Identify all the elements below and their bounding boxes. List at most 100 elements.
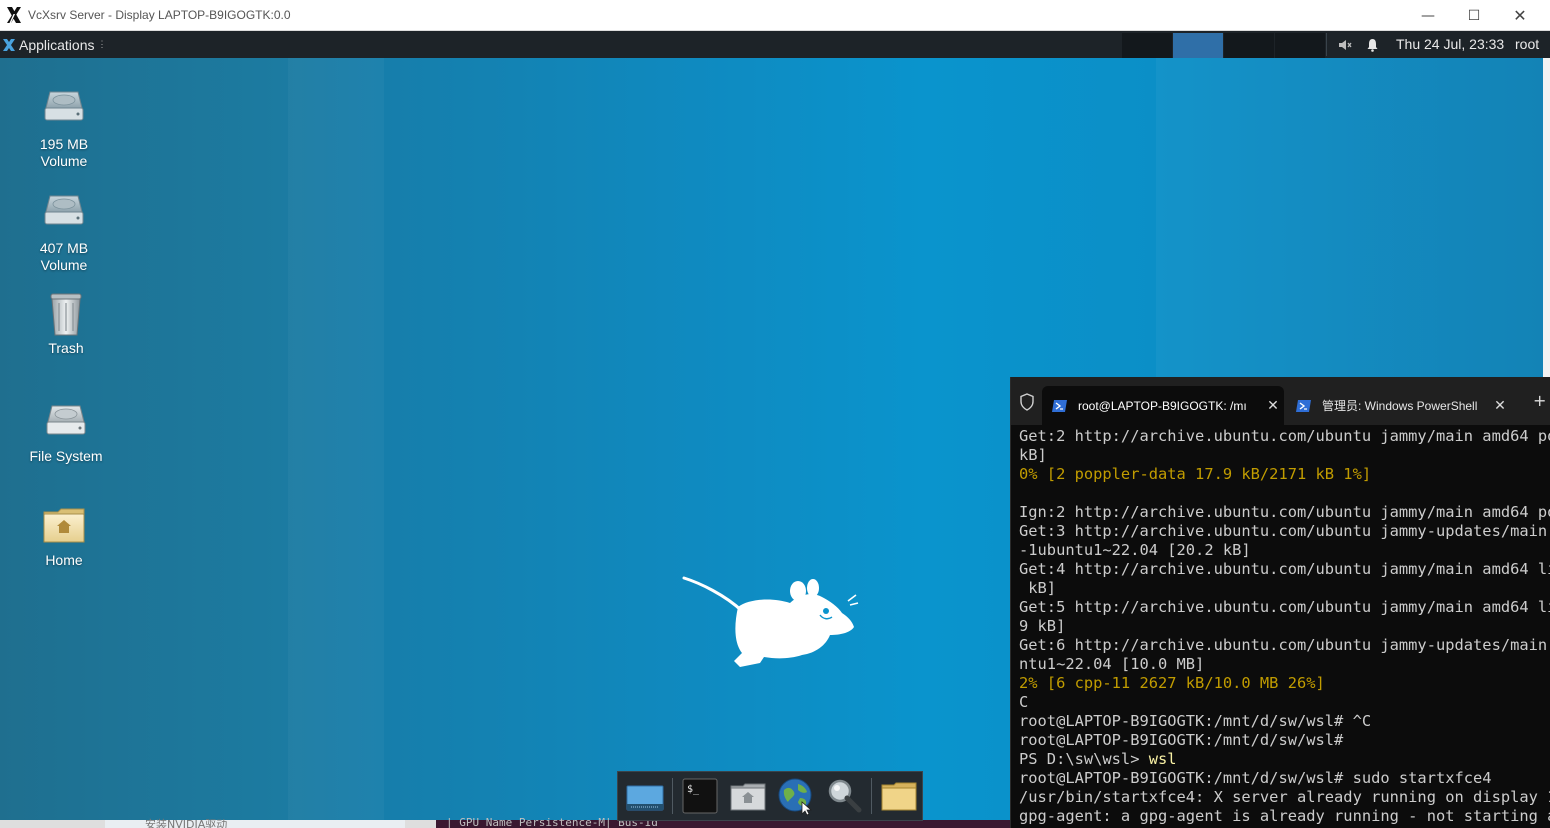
background-segment: 安装NVIDIA驱动 xyxy=(105,818,405,828)
tab-powershell-admin[interactable]: 管理员: Windows PowerShell ✕ xyxy=(1286,386,1511,425)
desktop-icon-407mb-volume[interactable]: 407 MB Volume xyxy=(16,190,112,274)
terminal-line-text: -1ubuntu1~22.04 [20.2 kB] xyxy=(1019,541,1251,559)
terminal-line: 0% [2 poppler-data 17.9 kB/2171 kB 1%] xyxy=(1019,465,1550,484)
panel-user-name[interactable]: root xyxy=(1515,36,1539,52)
desktop-icon-label: Home xyxy=(45,552,83,568)
new-tab-button[interactable]: + xyxy=(1533,391,1546,410)
terminal-line: ntu1~22.04 [10.0 MB] xyxy=(1019,655,1550,674)
dock-web-browser[interactable] xyxy=(773,774,819,818)
background-window-strip: 安装NVIDIA驱动 | GPU Name Persistence-M| Bus… xyxy=(0,816,1010,828)
terminal-line-text: Get:5 http://archive.ubuntu.com/ubuntu j… xyxy=(1019,598,1550,616)
notification-bell-icon[interactable] xyxy=(1364,31,1380,58)
desktop-icon-label: 407 MB xyxy=(39,240,89,256)
terminal-tab-bar: root@LAPTOP-B9IGOGTK: /mı ✕ 管理员: Windows… xyxy=(1011,377,1550,425)
terminal-line: Get:4 http://archive.ubuntu.com/ubuntu j… xyxy=(1019,560,1550,579)
trash-icon xyxy=(50,293,82,336)
dock-terminal[interactable]: $_ xyxy=(677,774,723,818)
desktop-icon-label: File System xyxy=(29,448,103,464)
window-title: VcXsrv Server - Display LAPTOP-B9IGOGTK:… xyxy=(28,8,291,22)
panel-separator xyxy=(1326,33,1327,56)
panel-clock[interactable]: Thu 24 Jul, 23:33 xyxy=(1396,36,1504,52)
folder-icon xyxy=(881,782,917,811)
window-title-bar[interactable]: VcXsrv Server - Display LAPTOP-B9IGOGTK:… xyxy=(0,0,1550,31)
x-server-logo-icon xyxy=(7,7,21,23)
terminal-line: root@LAPTOP-B9IGOGTK:/mnt/d/sw/wsl# sudo… xyxy=(1019,769,1550,788)
xfce-top-panel: Applications ⋮ Thu 24 Jul, 23:33 root xyxy=(0,31,1550,58)
dock-file-manager[interactable] xyxy=(725,774,771,818)
terminal-line-text: root@LAPTOP-B9IGOGTK:/mnt/d/sw/wsl# xyxy=(1019,731,1344,749)
maximize-button[interactable]: ☐ xyxy=(1451,0,1497,31)
terminal-line: C xyxy=(1019,693,1550,712)
workspace-4-button[interactable] xyxy=(1275,33,1325,58)
terminal-icon: $_ xyxy=(682,778,718,814)
workspace-1-button[interactable] xyxy=(1122,33,1172,58)
terminal-line-text: root@LAPTOP-B9IGOGTK:/mnt/d/sw/wsl# sudo… xyxy=(1019,769,1492,787)
background-segment: | GPU Name Persistence-M| Bus-Id xyxy=(436,816,1010,828)
terminal-line: gpg-agent: a gpg-agent is already runnin… xyxy=(1019,807,1550,826)
terminal-line: kB] xyxy=(1019,446,1550,465)
close-window-button[interactable]: ✕ xyxy=(1497,0,1543,31)
desktop-icon-trash[interactable]: Trash xyxy=(18,290,114,357)
workspace-3-button[interactable] xyxy=(1224,33,1274,58)
applications-menu-button[interactable]: Applications ⋮ xyxy=(0,31,107,58)
minimize-button[interactable]: — xyxy=(1405,0,1451,31)
applications-menu-label: Applications xyxy=(19,36,95,53)
terminal-line: Get:6 http://archive.ubuntu.com/ubuntu j… xyxy=(1019,636,1550,655)
terminal-line-text: Get:2 http://archive.ubuntu.com/ubuntu j… xyxy=(1019,427,1550,445)
terminal-line: PS D:\sw\wsl> wsl xyxy=(1019,750,1550,769)
terminal-line-text: Ign:2 http://archive.ubuntu.com/ubuntu j… xyxy=(1019,503,1550,521)
terminal-line: Ign:2 http://archive.ubuntu.com/ubuntu j… xyxy=(1019,503,1550,522)
powershell-icon xyxy=(1296,399,1311,412)
show-desktop-icon xyxy=(626,785,664,811)
close-tab-button[interactable]: ✕ xyxy=(1489,397,1511,414)
terminal-prompt-icon xyxy=(1052,399,1067,412)
terminal-line-text: PS D:\sw\wsl> xyxy=(1019,750,1149,768)
drive-icon xyxy=(46,405,86,435)
terminal-line-text: gpg-agent: a gpg-agent is already runnin… xyxy=(1019,807,1550,825)
tab-label: root@LAPTOP-B9IGOGTK: /mı xyxy=(1078,398,1247,413)
file-manager-icon xyxy=(730,783,766,811)
xfce-logo-icon xyxy=(3,38,15,51)
terminal-line-text: 0% [2 poppler-data 17.9 kB/2171 kB 1%] xyxy=(1019,465,1372,483)
desktop-icon-home[interactable]: Home xyxy=(16,502,112,569)
terminal-line: Get:2 http://archive.ubuntu.com/ubuntu j… xyxy=(1019,427,1550,446)
terminal-line-text: Get:4 http://archive.ubuntu.com/ubuntu j… xyxy=(1019,560,1550,578)
terminal-line-text: 2% [6 cpp-11 2627 kB/10.0 MB 26%] xyxy=(1019,674,1325,692)
tab-wsl-root[interactable]: root@LAPTOP-B9IGOGTK: /mı ✕ xyxy=(1042,386,1284,425)
terminal-line: kB] xyxy=(1019,579,1550,598)
terminal-line-text: ntu1~22.04 [10.0 MB] xyxy=(1019,655,1205,673)
terminal-line-text: C xyxy=(1019,693,1029,711)
volume-muted-icon[interactable] xyxy=(1337,31,1353,58)
dock-separator xyxy=(871,778,872,814)
drive-icon xyxy=(44,91,84,121)
close-tab-button[interactable]: ✕ xyxy=(1262,397,1284,414)
terminal-line: 9 kB] xyxy=(1019,617,1550,636)
terminal-line: root@LAPTOP-B9IGOGTK:/mnt/d/sw/wsl# ^C xyxy=(1019,712,1550,731)
desktop-icon-label: Volume xyxy=(40,257,88,273)
terminal-output[interactable]: Get:2 http://archive.ubuntu.com/ubuntu j… xyxy=(1019,427,1550,827)
dock-folder[interactable] xyxy=(876,774,922,818)
workspace-2-button[interactable] xyxy=(1173,33,1223,58)
terminal-line: 2% [6 cpp-11 2627 kB/10.0 MB 26%] xyxy=(1019,674,1550,693)
dock-show-desktop[interactable] xyxy=(622,774,668,818)
terminal-line-text: Get:6 http://archive.ubuntu.com/ubuntu j… xyxy=(1019,636,1550,654)
home-folder-icon xyxy=(43,508,85,543)
terminal-line-text: 9 kB] xyxy=(1019,617,1066,635)
terminal-line-text: /usr/bin/startxfce4: X server already ru… xyxy=(1019,788,1550,806)
app-finder-icon xyxy=(828,779,862,813)
desktop-icon-195mb-volume[interactable]: 195 MB Volume xyxy=(16,86,112,170)
terminal-line-text: kB] xyxy=(1019,446,1047,464)
windows-terminal-window[interactable]: root@LAPTOP-B9IGOGTK: /mı ✕ 管理员: Windows… xyxy=(1010,377,1550,828)
wallpaper-band xyxy=(288,58,384,828)
background-text: 安装NVIDIA驱动 xyxy=(145,818,228,828)
dock-separator xyxy=(672,778,673,814)
web-browser-icon xyxy=(778,778,813,816)
desktop-icon-label: Volume xyxy=(40,153,88,169)
terminal-line: -1ubuntu1~22.04 [20.2 kB] xyxy=(1019,541,1550,560)
dock-app-finder[interactable] xyxy=(821,774,867,818)
desktop-icon-file-system[interactable]: File System xyxy=(18,398,114,465)
terminal-line-text: root@LAPTOP-B9IGOGTK:/mnt/d/sw/wsl# ^C xyxy=(1019,712,1372,730)
terminal-line-text: kB] xyxy=(1019,579,1057,597)
shield-icon[interactable] xyxy=(1019,393,1035,411)
